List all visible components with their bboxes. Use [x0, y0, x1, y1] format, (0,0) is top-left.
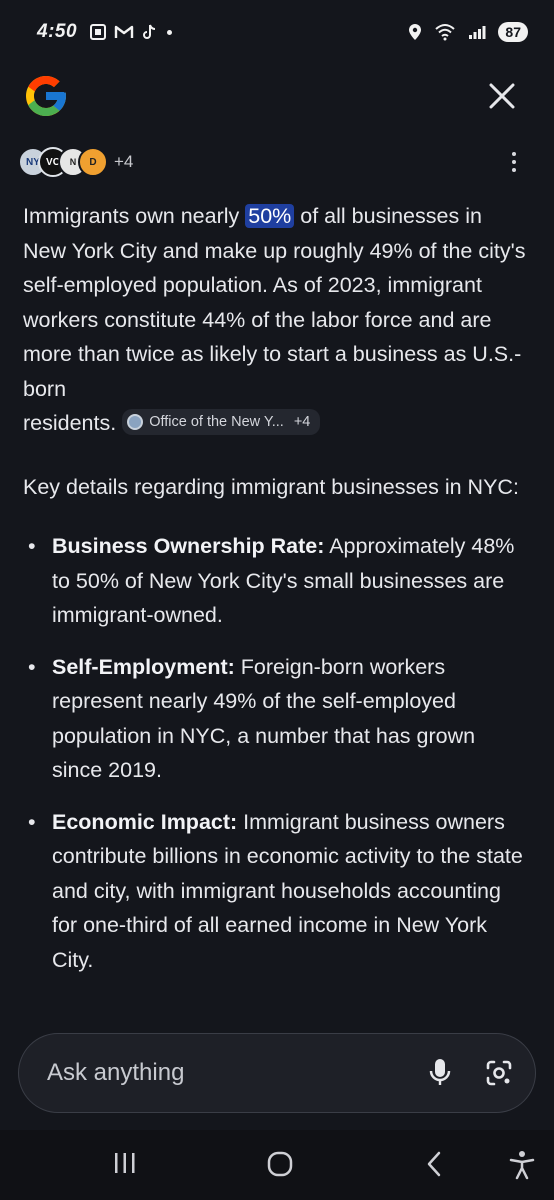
sources-row[interactable]: NY VC N D +4 [18, 142, 538, 182]
status-right-icons: 87 [408, 22, 528, 42]
key-details-list: • Business Ownership Rate: Approximately … [23, 529, 528, 977]
notification-dot [167, 29, 173, 35]
source-favicon-icon [127, 414, 144, 431]
bullet-marker: • [28, 534, 36, 558]
answer-paragraph: Immigrants own nearly 50% of all busines… [23, 199, 528, 441]
microphone-icon[interactable] [429, 1058, 451, 1088]
gmail-icon [114, 25, 134, 38]
home-icon[interactable] [266, 1150, 294, 1178]
location-icon [409, 24, 422, 40]
signal-icon [469, 26, 486, 39]
ask-bar[interactable]: Ask anything [18, 1033, 536, 1113]
citation-label: Office of the New Y... [149, 414, 284, 431]
list-item: • Self-Employment: Foreign-born workers r… [23, 650, 528, 788]
screenshot-icon [90, 24, 107, 40]
ask-bar-actions [429, 1058, 513, 1088]
ai-answer: Immigrants own nearly 50% of all busines… [23, 199, 528, 994]
list-item-title: Self-Employment: [52, 654, 235, 679]
bullet-marker: • [28, 809, 36, 834]
citation-more-count: +4 [293, 414, 311, 431]
list-item: • Economic Impact: Immigrant business own… [23, 805, 528, 978]
list-item-title: Business Ownership Rate: [52, 534, 325, 558]
google-logo [26, 76, 66, 116]
status-bar: 4:50 87 [0, 0, 554, 64]
back-icon[interactable] [424, 1150, 444, 1178]
source-avatar[interactable]: D [78, 147, 108, 177]
lens-camera-icon[interactable] [485, 1059, 513, 1087]
sources-more-count[interactable]: +4 [114, 152, 133, 172]
system-nav-bar [0, 1130, 554, 1200]
recents-icon[interactable] [113, 1150, 137, 1176]
battery-indicator: 87 [498, 22, 528, 42]
header [22, 72, 532, 120]
status-time: 4:50 [37, 21, 78, 42]
answer-text: of all businesses in New York City and m… [23, 204, 526, 401]
highlighted-stat[interactable]: 50% [245, 204, 295, 228]
citation-chip[interactable]: Office of the New Y... +4 [122, 409, 321, 436]
list-intro: Key details regarding immigrant business… [23, 474, 519, 499]
wifi-icon [435, 24, 456, 41]
more-options-icon[interactable] [502, 148, 526, 176]
accessibility-icon[interactable] [508, 1150, 536, 1180]
ask-input[interactable]: Ask anything [47, 1059, 429, 1087]
notification-icons [89, 23, 157, 41]
close-icon[interactable] [488, 82, 516, 110]
answer-text: residents. [23, 411, 117, 435]
list-item: • Business Ownership Rate: Approximately … [23, 529, 528, 633]
tiktok-icon [143, 24, 156, 39]
bullet-marker: • [28, 654, 36, 679]
list-item-title: Economic Impact: [52, 809, 238, 834]
answer-text: Immigrants own nearly [23, 204, 246, 228]
